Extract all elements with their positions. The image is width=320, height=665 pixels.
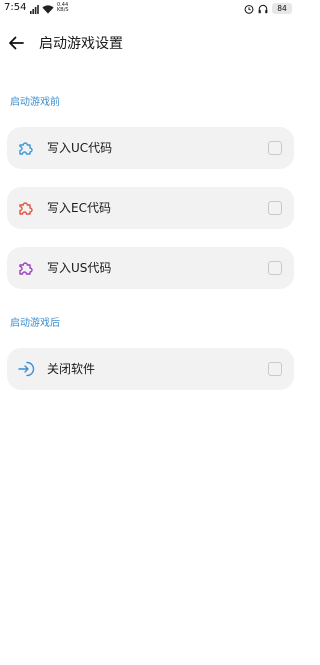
option-write-ec-code[interactable]: 写入EC代码 <box>7 187 294 229</box>
option-label: 写入US代码 <box>47 261 112 275</box>
back-button[interactable] <box>4 31 28 55</box>
option-label: 关闭软件 <box>47 362 96 376</box>
app-bar: 启动游戏设置 <box>0 28 298 60</box>
page-title: 启动游戏设置 <box>39 36 123 52</box>
checkbox-write-us-code[interactable] <box>268 261 282 275</box>
puzzle-icon <box>17 139 35 157</box>
wifi-icon <box>42 0 54 18</box>
checkbox-close-app[interactable] <box>268 362 282 376</box>
status-bar: 7:54 0.44 KB/S 84 <box>0 0 298 16</box>
option-write-uc-code[interactable]: 写入UC代码 <box>7 127 294 169</box>
status-time: 7:54 <box>4 2 27 13</box>
puzzle-icon <box>17 259 35 277</box>
alarm-icon <box>244 0 254 18</box>
option-label: 写入UC代码 <box>47 141 113 155</box>
section-header-after-launch: 启动游戏后 <box>10 318 60 329</box>
battery-indicator: 84 <box>272 2 292 14</box>
exit-arrow-icon <box>17 360 35 378</box>
status-left-icons: 0.44 KB/S <box>30 2 69 14</box>
section-header-before-launch: 启动游戏前 <box>10 97 60 108</box>
option-close-app[interactable]: 关闭软件 <box>7 348 294 390</box>
option-label: 写入EC代码 <box>47 201 111 215</box>
signal-icon <box>30 0 39 18</box>
back-arrow-icon <box>9 36 24 50</box>
checkbox-write-uc-code[interactable] <box>268 141 282 155</box>
network-speed-unit: KB/S <box>57 7 69 13</box>
checkbox-write-ec-code[interactable] <box>268 201 282 215</box>
puzzle-icon <box>17 199 35 217</box>
network-speed: 0.44 KB/S <box>57 2 69 14</box>
headphones-icon <box>258 0 268 18</box>
option-write-us-code[interactable]: 写入US代码 <box>7 247 294 289</box>
status-right-icons: 84 <box>244 2 292 14</box>
